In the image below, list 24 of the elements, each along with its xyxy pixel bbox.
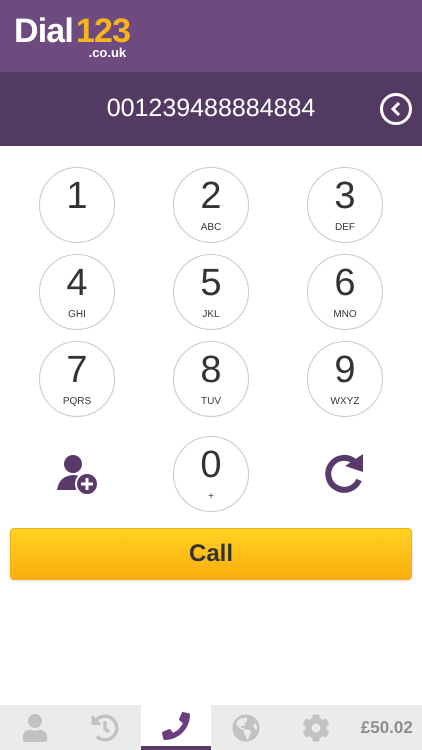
dial-key[interactable]: 3 DEF xyxy=(307,167,383,243)
history-icon xyxy=(91,714,120,742)
dial-key[interactable]: 0 + xyxy=(173,436,249,512)
logo-word: Dial xyxy=(14,14,73,48)
dial-key[interactable]: 8 TUV xyxy=(173,341,249,417)
settings-icon xyxy=(302,714,330,742)
nav-tab[interactable] xyxy=(140,705,211,750)
phone-icon xyxy=(162,712,190,740)
dial-key[interactable]: 1 xyxy=(39,167,115,243)
globe-icon xyxy=(232,714,260,742)
logo-number: 123 xyxy=(76,14,130,48)
call-button[interactable]: Call xyxy=(10,528,412,580)
logo-domain: .co.uk xyxy=(88,46,126,58)
dial-key[interactable]: 4 GHI xyxy=(39,254,115,330)
add-person-icon xyxy=(55,452,99,496)
chevron-left-icon xyxy=(390,102,402,116)
dial-key[interactable]: 6 MNO xyxy=(307,254,383,330)
backspace-button[interactable] xyxy=(380,93,412,125)
dial-key[interactable]: 7 PQRS xyxy=(39,341,115,417)
dial-key[interactable]: 5 JKL xyxy=(173,254,249,330)
dialed-number: 001239488884884 xyxy=(106,93,316,124)
dial-key[interactable]: 2 ABC xyxy=(173,167,249,243)
dial-key[interactable]: 9 WXYZ xyxy=(307,341,383,417)
person-icon xyxy=(21,714,50,742)
